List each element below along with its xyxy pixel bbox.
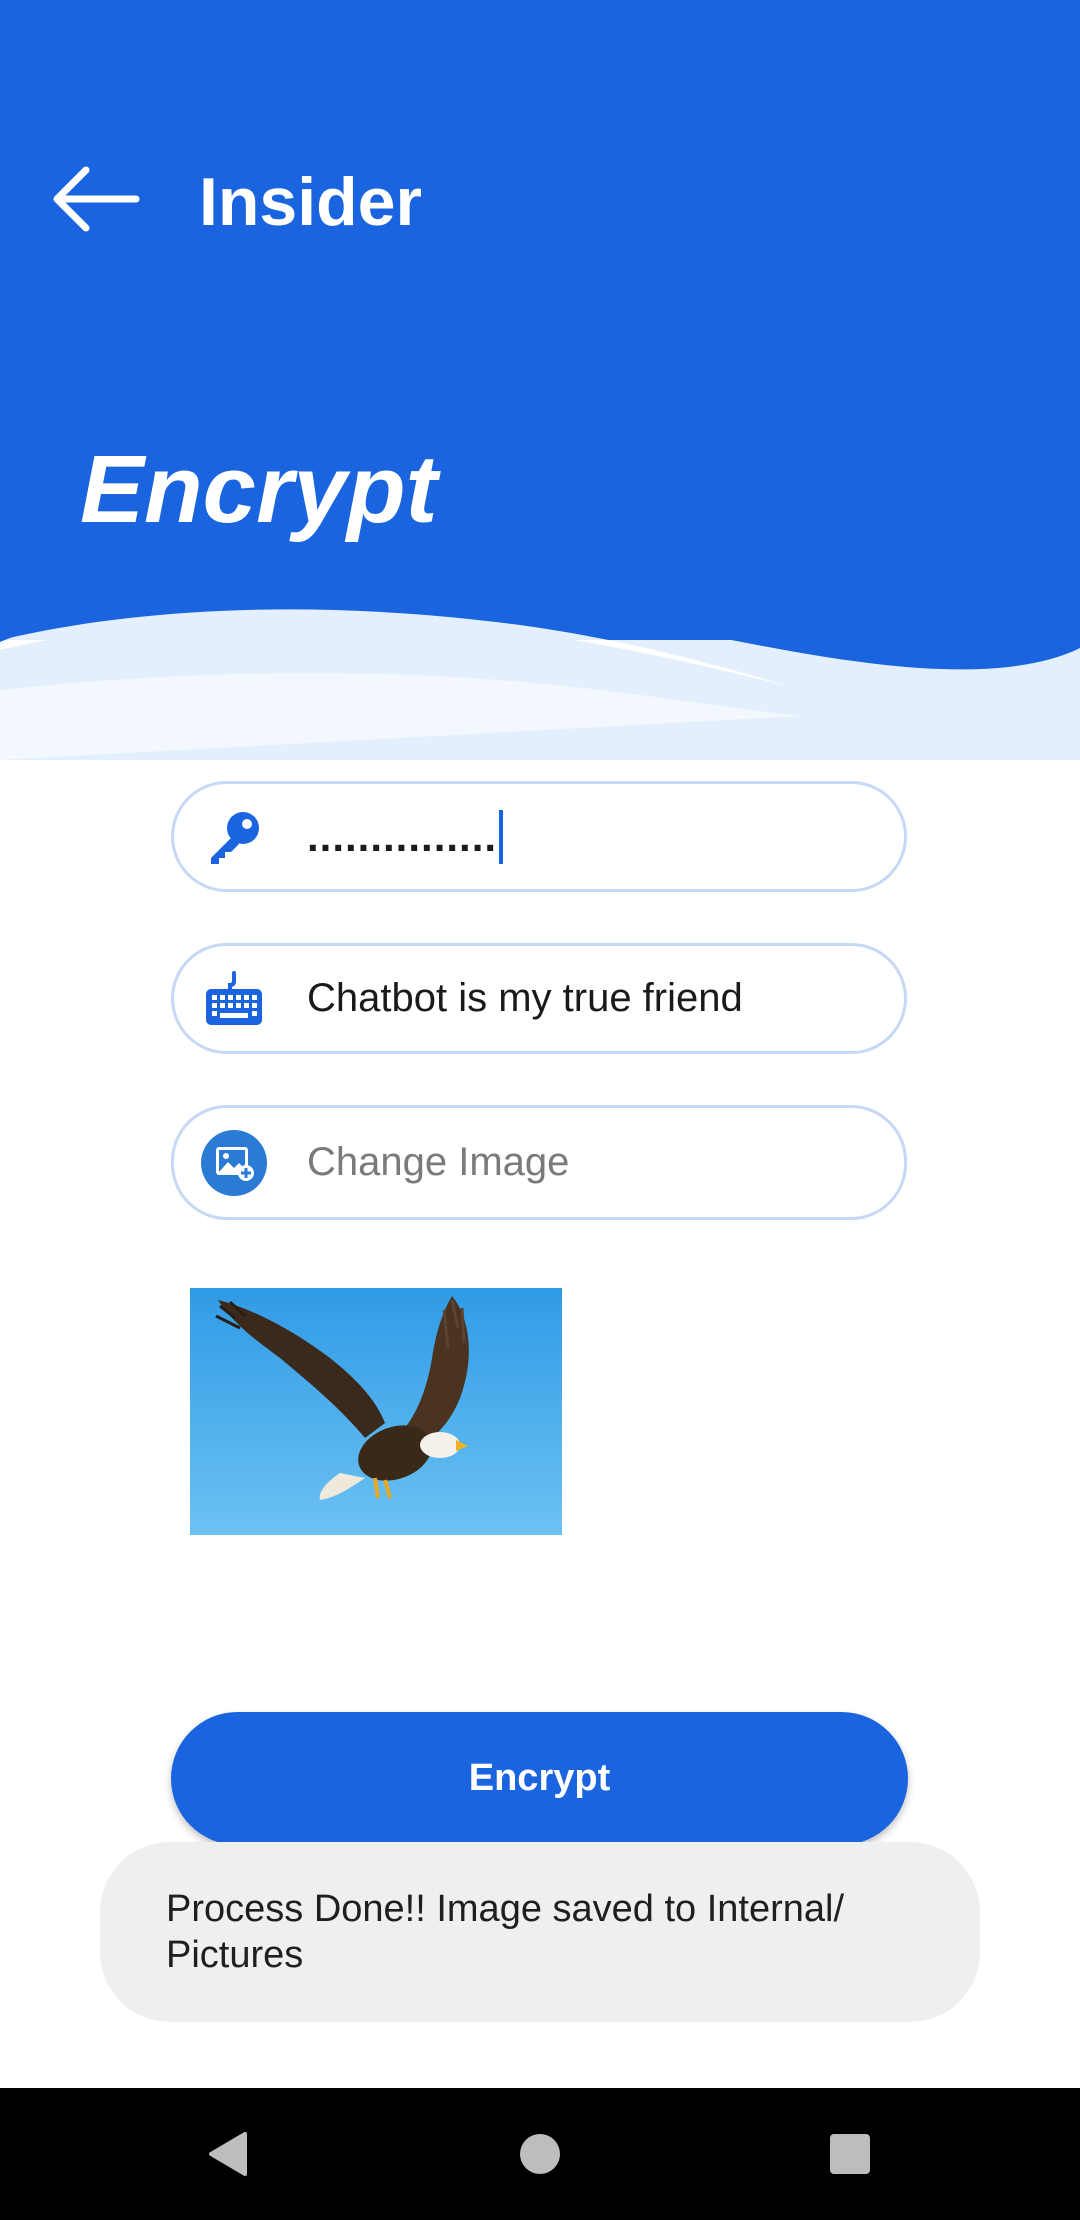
arrow-left-icon <box>53 166 140 232</box>
password-dots: ............... <box>307 812 498 860</box>
add-image-icon <box>200 1129 268 1197</box>
change-image-label: Change Image <box>307 1140 570 1184</box>
eagle-image <box>190 1288 562 1535</box>
image-preview <box>190 1288 562 1535</box>
header-wave-background <box>0 0 1080 760</box>
key-icon <box>200 803 268 871</box>
keyboard-icon <box>200 965 268 1033</box>
password-field[interactable]: ............... <box>171 781 907 892</box>
message-field[interactable]: Chatbot is my true friend <box>171 943 907 1054</box>
circle-home-icon <box>520 2134 560 2174</box>
toast-message: Process Done!! Image saved to Internal/ … <box>100 1842 980 2022</box>
nav-recents-button[interactable] <box>790 2088 910 2220</box>
nav-back-button[interactable] <box>167 2088 287 2220</box>
triangle-back-icon <box>209 2132 247 2176</box>
page-heading: Encrypt <box>80 436 438 543</box>
back-button[interactable] <box>44 155 148 243</box>
header: Insider Encrypt <box>0 0 1080 760</box>
nav-home-button[interactable] <box>480 2088 600 2220</box>
image-field[interactable]: Change Image <box>171 1105 907 1220</box>
system-navigation-bar <box>0 2088 1080 2220</box>
encrypt-button[interactable]: Encrypt <box>171 1712 908 1845</box>
password-input[interactable]: ............... <box>307 784 874 889</box>
square-recents-icon <box>830 2134 870 2174</box>
app-title: Insider <box>199 164 422 240</box>
text-cursor <box>499 809 504 864</box>
message-input[interactable]: Chatbot is my true friend <box>307 946 874 1051</box>
